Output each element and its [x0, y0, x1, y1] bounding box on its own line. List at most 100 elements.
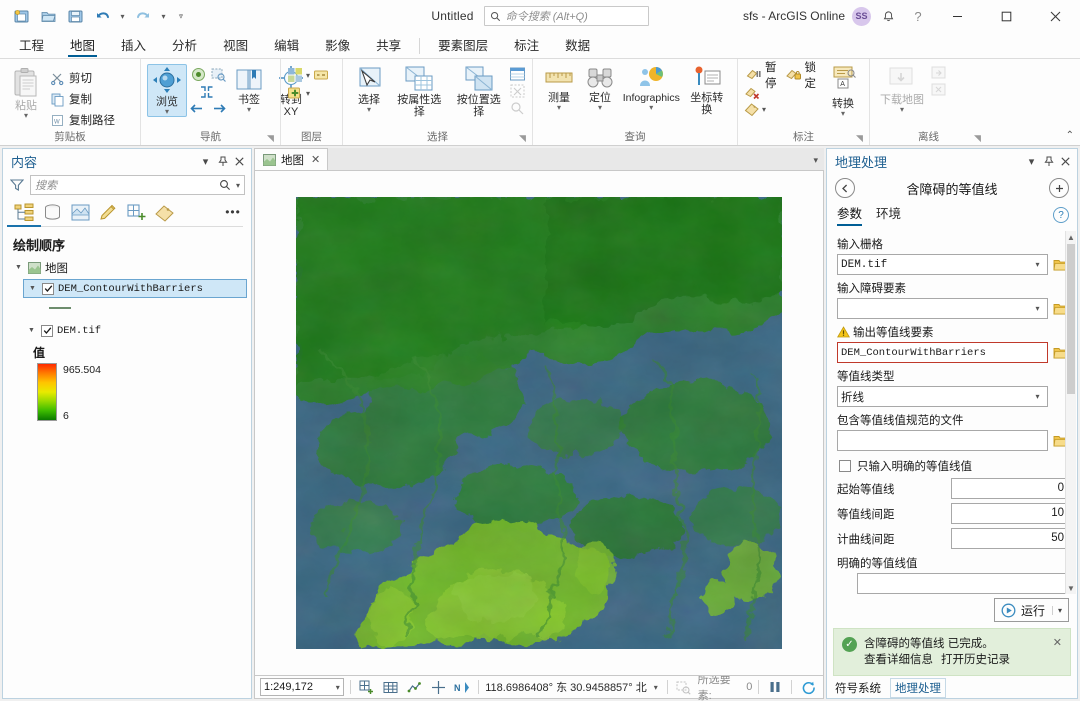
search-icon[interactable] — [219, 179, 231, 191]
ribbon-tab-project[interactable]: 工程 — [6, 34, 57, 58]
measure-caret-icon[interactable]: ▾ — [557, 104, 561, 112]
list-by-labeling-icon[interactable] — [151, 200, 177, 224]
tab-environments[interactable]: 环境 — [876, 204, 901, 226]
zoom-to-selection-small-icon[interactable] — [509, 100, 526, 116]
open-history-link[interactable]: 打开历史记录 — [941, 652, 1010, 668]
view-details-link[interactable]: 查看详细信息 — [864, 652, 933, 668]
label-tag-icon[interactable] — [744, 102, 760, 117]
window-close-button[interactable] — [1033, 1, 1078, 32]
basemap-icon[interactable] — [287, 67, 303, 83]
map-scale-selector[interactable]: 1:249,172 ▾ — [260, 678, 344, 696]
ribbon-tab-imagery[interactable]: 影像 — [312, 34, 363, 58]
contents-search-input[interactable]: 搜索 ▾ — [30, 175, 245, 195]
geoprocessing-pin-icon[interactable] — [1040, 152, 1057, 170]
explore-caret-icon[interactable]: ▾ — [165, 108, 169, 116]
list-by-data-source-icon[interactable] — [39, 200, 65, 224]
map-scale-caret-icon[interactable]: ▾ — [336, 683, 340, 692]
filter-icon[interactable] — [9, 177, 25, 193]
scrollbar-thumb[interactable] — [1067, 244, 1075, 394]
copy-path-button[interactable]: W 复制路径 — [46, 110, 119, 130]
previous-extent-icon[interactable] — [189, 102, 205, 115]
contour-interval-input[interactable]: 10 — [951, 503, 1069, 524]
save-as-icon[interactable] — [62, 4, 88, 28]
copy-button[interactable]: 复制 — [46, 89, 119, 109]
table-icon[interactable] — [381, 678, 401, 697]
contour-spec-file-input[interactable] — [837, 430, 1048, 451]
ribbon-tab-insert[interactable]: 插入 — [108, 34, 159, 58]
ribbon-tab-labeling[interactable]: 标注 — [501, 34, 552, 58]
index-interval-input[interactable]: 50 — [951, 528, 1069, 549]
paste-caret-icon[interactable]: ▾ — [24, 112, 28, 120]
layer-checkbox-contour[interactable] — [42, 282, 54, 295]
view-tab-map[interactable]: 地图 ✕ — [254, 148, 329, 170]
chevron-down-icon[interactable]: ▼ — [26, 325, 37, 336]
next-extent-icon[interactable] — [211, 102, 227, 115]
add-data-icon[interactable] — [287, 85, 303, 101]
output-contour-input[interactable]: DEM_ContourWithBarriers — [837, 342, 1048, 363]
attribute-table-icon[interactable] — [509, 66, 526, 82]
footer-tab-geoprocessing[interactable]: 地理处理 — [890, 678, 946, 698]
scroll-up-arrow-icon[interactable]: ▲ — [1067, 231, 1075, 243]
window-minimize-button[interactable] — [935, 1, 980, 32]
avatar[interactable]: SS — [852, 6, 871, 26]
help-icon[interactable]: ? — [905, 4, 931, 28]
layer-checkbox-dem[interactable] — [41, 324, 53, 337]
convert-labels-caret-icon[interactable]: ▾ — [841, 110, 845, 118]
ribbon-tab-feature-layer[interactable]: 要素图层 — [425, 34, 501, 58]
tree-node-map[interactable]: ▼ 地图 — [7, 258, 247, 277]
geoprocessing-close-icon[interactable] — [1057, 152, 1074, 170]
locate-caret-icon[interactable]: ▾ — [598, 104, 602, 112]
select-caret-icon[interactable]: ▾ — [367, 106, 371, 114]
undo-dropdown-caret[interactable]: ▾ — [116, 4, 129, 28]
ribbon-tab-share[interactable]: 共享 — [363, 34, 414, 58]
convert-labels-button[interactable]: A 转换 ▾ — [823, 64, 863, 119]
ribbon-tab-map[interactable]: 地图 — [57, 34, 108, 58]
contour-type-combo[interactable]: 折线 ▾ — [837, 386, 1048, 407]
notification-bell-icon[interactable] — [875, 4, 901, 28]
zoom-to-selection-icon[interactable] — [210, 66, 227, 83]
list-by-snapping-icon[interactable] — [123, 200, 149, 224]
plus-icon[interactable] — [1049, 178, 1069, 198]
list-by-drawing-order-icon[interactable] — [7, 200, 41, 227]
warning-icon[interactable] — [837, 326, 850, 338]
open-project-icon[interactable] — [35, 4, 61, 28]
save-icon[interactable] — [8, 4, 34, 28]
explore-button[interactable]: 浏览 ▾ — [147, 64, 187, 117]
map-canvas[interactable] — [254, 171, 824, 676]
navigate-dialog-launcher-icon[interactable]: ◥ — [265, 131, 276, 143]
input-barrier-combo[interactable]: ▾ — [837, 298, 1048, 319]
chevron-down-icon[interactable]: ▾ — [1031, 304, 1044, 313]
select-by-location-button[interactable]: 按位置选择 — [450, 64, 509, 119]
tree-node-contour-layer[interactable]: ▼ DEM_ContourWithBarriers — [23, 279, 247, 298]
lock-labeling-button[interactable]: 锁定 — [784, 62, 820, 90]
redo-dropdown-caret[interactable]: ▾ — [157, 4, 170, 28]
cut-button[interactable]: 剪切 — [46, 68, 119, 88]
add-data-caret-icon[interactable]: ▾ — [306, 89, 310, 98]
add-preset-layer-icon[interactable] — [313, 67, 329, 83]
remove-offline-map-icon[interactable] — [930, 82, 947, 98]
full-extent-icon[interactable] — [190, 66, 207, 83]
explicit-values-input[interactable] — [857, 573, 1069, 594]
infographics-caret-icon[interactable]: ▾ — [649, 104, 653, 112]
close-icon[interactable]: ✕ — [311, 153, 320, 166]
ribbon-tab-view[interactable]: 视图 — [210, 34, 261, 58]
refresh-icon[interactable] — [798, 678, 818, 697]
bookmarks-caret-icon[interactable]: ▾ — [247, 106, 251, 114]
chevron-down-icon[interactable]: ▾ — [1031, 392, 1044, 401]
remove-labeling-icon[interactable] — [744, 86, 762, 101]
contents-menu-icon[interactable]: ▾ — [197, 152, 214, 170]
contents-close-icon[interactable] — [231, 152, 248, 170]
locate-button[interactable]: 定位 ▾ — [580, 64, 620, 113]
ribbon-tab-data[interactable]: 数据 — [552, 34, 603, 58]
paste-button[interactable]: 粘贴 ▾ — [6, 66, 46, 121]
account-name[interactable]: sfs - ArcGIS Online — [743, 9, 845, 23]
contents-overflow-icon[interactable]: ••• — [221, 200, 245, 224]
input-raster-combo[interactable]: DEM.tif ▾ — [837, 254, 1048, 275]
run-dropdown-caret-icon[interactable]: ▾ — [1051, 605, 1062, 615]
undo-icon[interactable] — [89, 4, 115, 28]
basemap-caret-icon[interactable]: ▾ — [306, 71, 310, 80]
base-contour-input[interactable]: 0 — [951, 478, 1069, 499]
geoprocessing-scrollbar[interactable]: ▲ ▼ — [1065, 231, 1076, 594]
explicit-only-checkbox[interactable] — [839, 460, 851, 472]
view-tab-overflow-caret-icon[interactable]: ▾ — [813, 155, 818, 166]
